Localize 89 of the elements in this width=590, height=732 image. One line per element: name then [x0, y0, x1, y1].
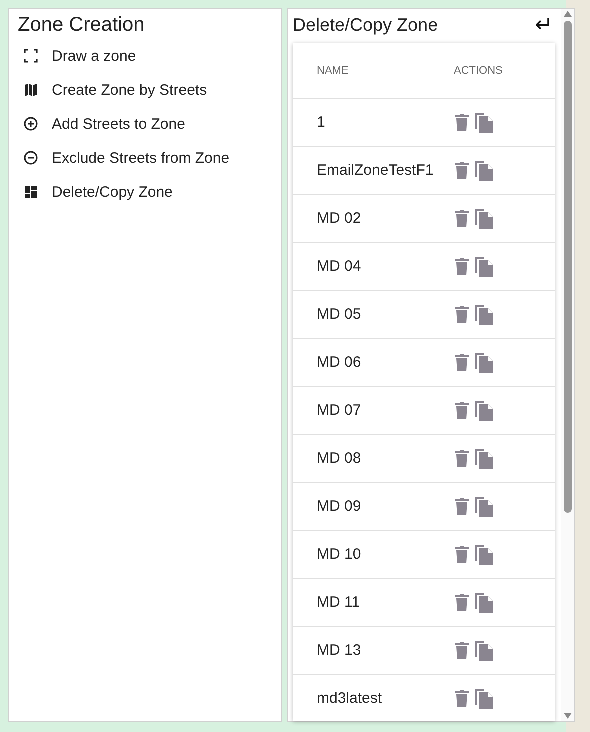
zone-name-cell-text: MD 09 — [317, 498, 362, 515]
menu-item-label: Delete/Copy Zone — [52, 184, 173, 200]
copy-button[interactable] — [474, 592, 494, 614]
copy-icon — [474, 640, 494, 662]
trash-icon — [454, 402, 470, 420]
scroll-down-icon[interactable] — [564, 713, 572, 719]
copy-icon — [474, 496, 494, 518]
zone-name-cell-text: MD 05 — [317, 306, 362, 323]
copy-icon — [474, 688, 494, 710]
zone-name-cell-text: MD 11 — [317, 594, 362, 611]
trash-icon — [454, 642, 470, 660]
zone-name-cell-text: MD 10 — [317, 546, 362, 563]
copy-button[interactable] — [474, 640, 494, 662]
zone-name-cell-text: 1 — [317, 114, 326, 131]
copy-button[interactable] — [474, 352, 494, 374]
menu-item[interactable]: Add Streets to Zone — [9, 107, 281, 141]
copy-icon — [474, 592, 494, 614]
delete-button[interactable] — [454, 690, 470, 708]
delete-button[interactable] — [454, 210, 470, 228]
copy-icon — [474, 400, 494, 422]
scroll-up-icon[interactable] — [564, 11, 572, 17]
delete-button[interactable] — [454, 402, 470, 420]
copy-button[interactable] — [474, 688, 494, 710]
trash-icon — [454, 162, 470, 180]
delete-button[interactable] — [454, 498, 470, 516]
copy-icon — [474, 352, 494, 374]
selection-frame-icon — [24, 49, 38, 63]
add-circle-icon — [24, 117, 38, 131]
zone-name-cell-text: EmailZoneTestF1 — [317, 162, 435, 179]
copy-icon — [474, 112, 494, 134]
copy-icon — [474, 208, 494, 230]
zone-name-cell-text: MD 06 — [317, 354, 362, 371]
copy-button[interactable] — [474, 400, 494, 422]
copy-icon — [474, 160, 494, 182]
delete-button[interactable] — [454, 642, 470, 660]
back-button[interactable]: ↵ — [535, 14, 553, 36]
copy-icon — [474, 544, 494, 566]
trash-icon — [454, 450, 470, 468]
trash-icon — [454, 306, 470, 324]
menu-item-label: Draw a zone — [52, 48, 136, 64]
copy-icon — [474, 304, 494, 326]
copy-button[interactable] — [474, 256, 494, 278]
zone-name-cell-text: MD 07 — [317, 402, 362, 419]
panel-title: Zone Creation — [17, 13, 146, 38]
column-header: ACTIONS — [454, 64, 503, 76]
scrollbar[interactable] — [561, 9, 574, 721]
trash-icon — [454, 210, 470, 228]
delete-button[interactable] — [454, 450, 470, 468]
menu-item-label: Add Streets to Zone — [52, 116, 186, 132]
copy-icon — [474, 256, 494, 278]
zone-name-cell-text: MD 08 — [317, 450, 362, 467]
trash-icon — [454, 258, 470, 276]
trash-icon — [454, 690, 470, 708]
scroll-thumb[interactable] — [564, 21, 572, 513]
copy-button[interactable] — [474, 112, 494, 134]
delete-button[interactable] — [454, 546, 470, 564]
menu-item[interactable]: Delete/Copy Zone — [9, 175, 281, 209]
dashboard-icon — [24, 185, 38, 199]
delete-button[interactable] — [454, 114, 470, 132]
panel-title: Delete/Copy Zone — [293, 14, 438, 36]
trash-icon — [454, 354, 470, 372]
copy-button[interactable] — [474, 448, 494, 470]
delete-button[interactable] — [454, 306, 470, 324]
column-header: NAME — [317, 64, 350, 76]
delete-button[interactable] — [454, 594, 470, 612]
menu-item[interactable]: Draw a zone — [9, 39, 281, 73]
menu-item-label: Create Zone by Streets — [52, 82, 208, 98]
copy-button[interactable] — [474, 304, 494, 326]
zone-name-cell-text: MD 13 — [317, 642, 362, 659]
trash-icon — [454, 114, 470, 132]
copy-button[interactable] — [474, 544, 494, 566]
trash-icon — [454, 498, 470, 516]
zone-name-cell-text: MD 02 — [317, 210, 362, 227]
menu-item[interactable]: Exclude Streets from Zone — [9, 141, 281, 175]
zone-name-cell-text: md3latest — [317, 690, 384, 707]
trash-icon — [454, 546, 470, 564]
copy-icon — [474, 448, 494, 470]
copy-button[interactable] — [474, 160, 494, 182]
delete-button[interactable] — [454, 162, 470, 180]
zone-name-cell-text: MD 04 — [317, 258, 362, 275]
trash-icon — [454, 594, 470, 612]
copy-button[interactable] — [474, 496, 494, 518]
menu-item[interactable]: Create Zone by Streets — [9, 73, 281, 107]
menu-item-label: Exclude Streets from Zone — [52, 150, 230, 166]
copy-button[interactable] — [474, 208, 494, 230]
remove-circle-icon — [24, 151, 38, 165]
map-icon — [24, 83, 38, 97]
delete-button[interactable] — [454, 354, 470, 372]
delete-button[interactable] — [454, 258, 470, 276]
